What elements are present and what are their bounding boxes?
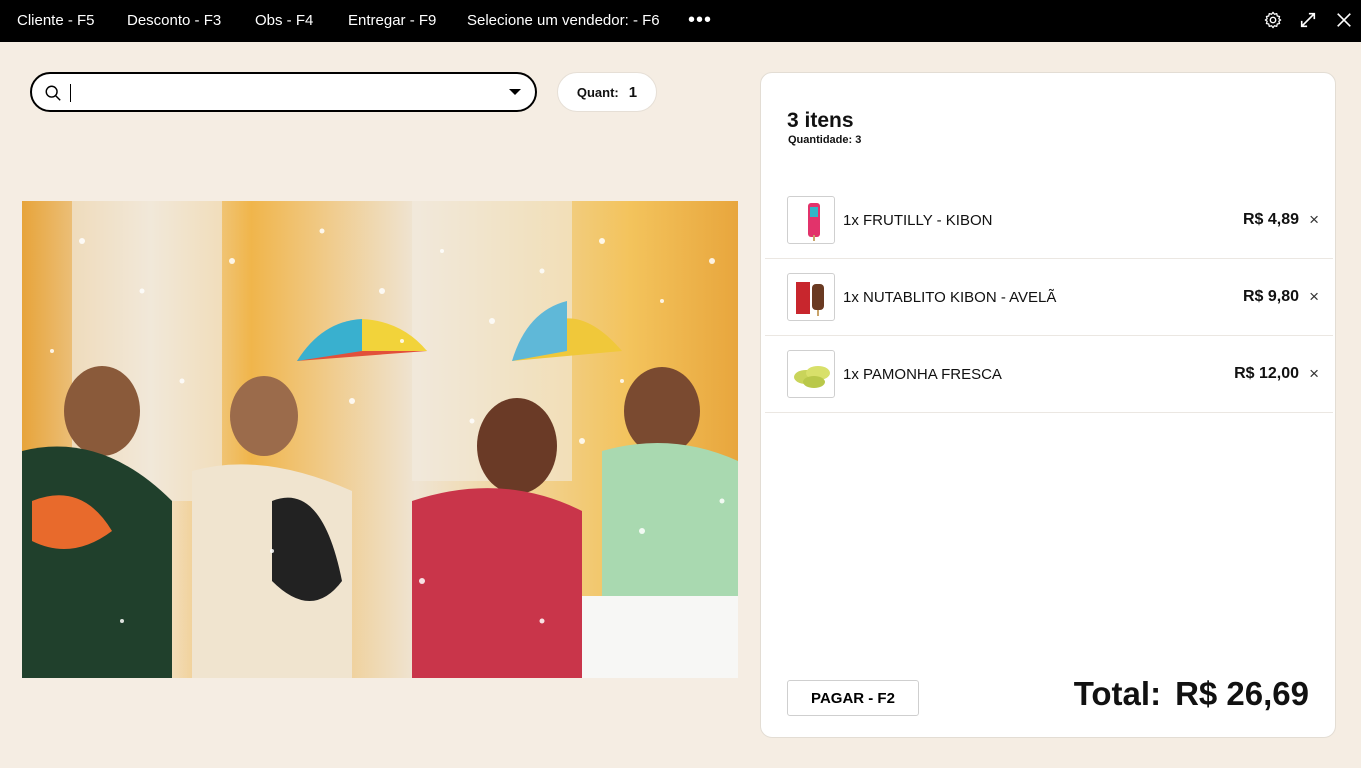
menu-obs[interactable]: Obs - F4 xyxy=(255,12,313,29)
text-cursor xyxy=(70,84,71,102)
pay-button[interactable]: PAGAR - F2 xyxy=(787,680,919,716)
total-label: Total: xyxy=(1073,675,1162,712)
search-icon xyxy=(45,85,61,101)
cart-item[interactable]: 1x FRUTILLY - KIBON R$ 4,89 × xyxy=(765,182,1333,259)
chevron-down-icon[interactable] xyxy=(509,89,521,95)
close-icon[interactable] xyxy=(1335,11,1353,29)
carnival-photo xyxy=(22,201,738,678)
menu-cliente[interactable]: Cliente - F5 xyxy=(17,12,95,29)
cart-total: Total: R$ 26,69 xyxy=(1074,675,1309,713)
cart-item-price: R$ 9,80 xyxy=(1242,288,1299,305)
menu-entregar[interactable]: Entregar - F9 xyxy=(348,12,436,29)
product-thumbnail xyxy=(787,350,835,398)
cart-item[interactable]: 1x PAMONHA FRESCA R$ 12,00 × xyxy=(765,336,1333,413)
cart-item-label: 1x PAMONHA FRESCA xyxy=(843,366,1002,383)
cart-item-price: R$ 4,89 xyxy=(1242,211,1299,228)
quantity-value: 1 xyxy=(628,83,638,101)
product-thumbnail xyxy=(787,196,835,244)
cart-item-label: 1x NUTABLITO KIBON - AVELÃ xyxy=(843,289,1057,306)
remove-item-icon[interactable]: × xyxy=(1309,210,1319,230)
top-bar: Cliente - F5 Desconto - F3 Obs - F4 Entr… xyxy=(0,0,1361,42)
product-search-box[interactable] xyxy=(30,72,537,112)
cart-item[interactable]: 1x NUTABLITO KIBON - AVELÃ R$ 9,80 × xyxy=(765,259,1333,336)
total-value: R$ 26,69 xyxy=(1175,675,1309,712)
gear-icon[interactable] xyxy=(1264,11,1282,29)
cart-quantity: Quantidade: 3 xyxy=(788,134,862,146)
cart-items-count: 3 itens xyxy=(787,109,854,132)
cart-item-price: R$ 12,00 xyxy=(1234,365,1299,382)
promo-image xyxy=(22,201,738,678)
product-thumbnail xyxy=(787,273,835,321)
search-input[interactable] xyxy=(70,80,490,104)
menu-vendedor[interactable]: Selecione um vendedor: - F6 xyxy=(467,12,660,29)
remove-item-icon[interactable]: × xyxy=(1309,287,1319,307)
menu-desconto[interactable]: Desconto - F3 xyxy=(127,12,221,29)
more-menu-icon[interactable]: ••• xyxy=(688,9,712,32)
quantity-field[interactable]: Quant: 1 xyxy=(557,72,657,112)
quantity-label: Quant: xyxy=(576,84,619,100)
remove-item-icon[interactable]: × xyxy=(1309,364,1319,384)
cart-item-label: 1x FRUTILLY - KIBON xyxy=(843,212,993,229)
expand-icon[interactable] xyxy=(1299,11,1317,29)
cart-panel: 3 itens Quantidade: 3 1x FRUTILLY - KIBO… xyxy=(760,72,1336,738)
